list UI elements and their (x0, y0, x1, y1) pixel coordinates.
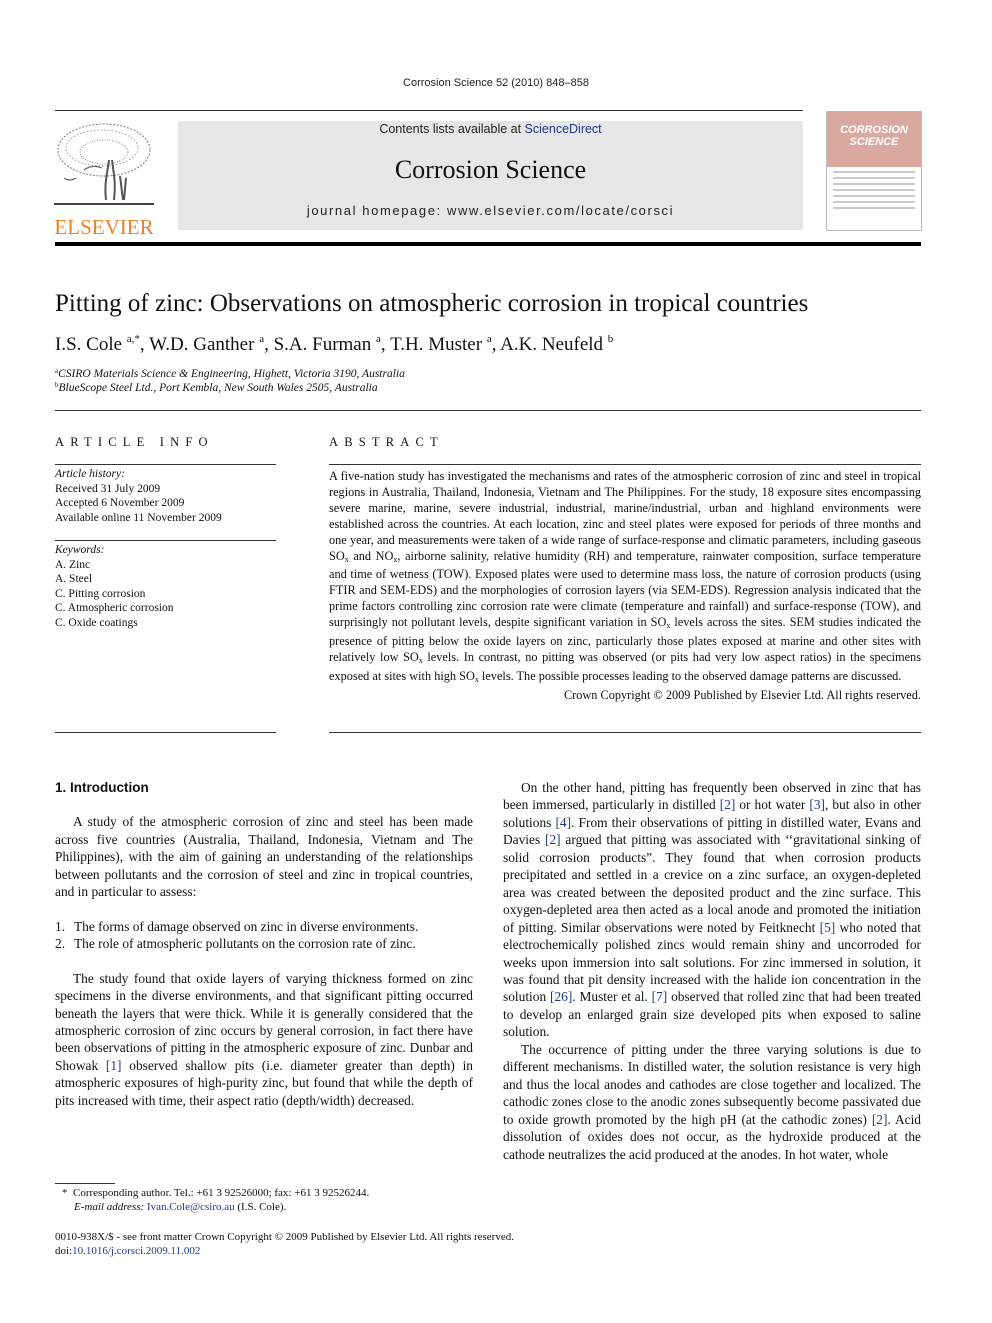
paragraph-text: . Muster et al. (572, 989, 652, 1005)
cover-toc-line (833, 177, 915, 179)
doi-line: doi:10.1016/j.corsci.2009.11.002 (55, 1245, 201, 1257)
journal-banner: Contents lists available at ScienceDirec… (178, 121, 803, 230)
journal-title: Corrosion Science (394, 155, 587, 184)
elsevier-logo[interactable]: ELSEVIER (54, 120, 154, 239)
paragraph: The study found that oxide layers of var… (55, 970, 473, 1108)
cover-title-line1: CORROSION (840, 124, 908, 136)
footnote: * Corresponding author. Tel.: +61 3 9252… (62, 1186, 369, 1214)
issn-line: 0010-938X/$ - see front matter Crown Cop… (55, 1231, 514, 1243)
list-item: 1. The forms of damage observed on zinc i… (55, 918, 419, 934)
author[interactable]: W.D. Ganther a (149, 333, 264, 355)
affiliation: bBlueScope Steel Ltd., Port Kembla, New … (55, 381, 378, 394)
journal-cover-thumbnail[interactable]: CORROSION SCIENCE (826, 111, 922, 231)
list-item: 2. The role of atmospheric pollutants on … (55, 936, 416, 952)
paragraph: On the other hand, pitting has frequentl… (503, 779, 921, 1041)
header-thick-rule (55, 242, 921, 246)
article-history: Article history: Received 31 July 2009 A… (55, 467, 222, 525)
author[interactable]: S.A. Furman a (274, 333, 381, 355)
left-column: 1. Introduction A study of the atmospher… (55, 779, 473, 1109)
elsevier-wordmark: ELSEVIER (54, 215, 154, 239)
keyword[interactable]: C. Pitting corrosion (55, 587, 174, 602)
cover-toc-line (833, 183, 915, 185)
contents-line: Contents lists available at ScienceDirec… (178, 122, 803, 136)
abstract-heading: ABSTRACT (329, 435, 444, 449)
citation-link[interactable]: [3] (809, 797, 825, 812)
divider (329, 732, 921, 733)
citation-link[interactable]: [5] (820, 920, 836, 935)
email-line: E-mail address: Ivan.Cole@csiro.au (I.S.… (74, 1201, 287, 1213)
section-heading-introduction: 1. Introduction (55, 780, 149, 795)
corresponding-author-note: * Corresponding author. Tel.: +61 3 9252… (62, 1187, 370, 1199)
contents-prefix: Contents lists available at (379, 122, 525, 136)
divider (55, 540, 276, 541)
paragraph: A study of the atmospheric corrosion of … (55, 814, 473, 900)
cover-toc-line (833, 207, 915, 209)
paragraph: The occurrence of pitting under the thre… (503, 1041, 921, 1163)
running-head: Corrosion Science 52 (2010) 848–858 (403, 77, 589, 89)
abstract-body: A five-nation study has investigated the… (329, 469, 921, 704)
citation-link[interactable]: [1] (106, 1058, 122, 1073)
right-column: On the other hand, pitting has frequentl… (503, 779, 921, 1163)
journal-homepage[interactable]: journal homepage: www.elsevier.com/locat… (178, 203, 803, 218)
elsevier-tree-icon (54, 123, 154, 205)
front-matter: 0010-938X/$ - see front matter Crown Cop… (55, 1230, 514, 1258)
sciencedirect-link[interactable]: ScienceDirect (525, 122, 602, 136)
footnote-rule (55, 1183, 115, 1184)
cover-title-line2: SCIENCE (849, 136, 899, 148)
author[interactable]: A.K. Neufeld b (500, 333, 613, 355)
keyword[interactable]: C. Oxide coatings (55, 616, 174, 631)
cover-toc-line (833, 189, 915, 191)
citation-link[interactable]: [4] (555, 815, 571, 830)
article-title: Pitting of zinc: Observations on atmosph… (55, 290, 809, 317)
history-online: Available online 11 November 2009 (55, 511, 222, 524)
email-link[interactable]: Ivan.Cole@csiro.au (147, 1201, 235, 1213)
citation-link[interactable]: [26] (550, 989, 572, 1004)
citation-link[interactable]: [2] (872, 1112, 888, 1127)
divider (55, 410, 921, 411)
author-list: I.S. Cole a,*, W.D. Ganther a, S.A. Furm… (55, 333, 614, 355)
author[interactable]: T.H. Muster a (390, 333, 492, 355)
history-received: Received 31 July 2009 (55, 482, 161, 495)
cover-title: CORROSION SCIENCE (827, 124, 921, 148)
keyword[interactable]: C. Atmospheric corrosion (55, 601, 174, 616)
abstract-copyright: Crown Copyright © 2009 Published by Else… (563, 687, 921, 702)
paragraph-text: The occurrence of pitting under the thre… (503, 1041, 921, 1127)
keyword[interactable]: A. Zinc (55, 558, 174, 573)
citation-link[interactable]: [7] (652, 989, 668, 1004)
paragraph-text: or hot water (735, 797, 810, 813)
keywords: Keywords: A. Zinc A. Steel C. Pitting co… (55, 543, 174, 631)
top-rule (55, 110, 803, 111)
doi-link[interactable]: 10.1016/j.corsci.2009.11.002 (72, 1245, 200, 1257)
cover-toc-line (833, 201, 915, 203)
history-label: Article history: (55, 468, 125, 480)
keywords-label: Keywords: (55, 544, 105, 556)
citation-link[interactable]: [2] (720, 797, 736, 812)
citation-link[interactable]: [2] (545, 832, 561, 847)
divider (55, 464, 276, 465)
assessment-list: 1. The forms of damage observed on zinc i… (55, 918, 473, 953)
divider (55, 732, 276, 733)
author[interactable]: I.S. Cole a,* (55, 333, 140, 355)
cover-toc-line (833, 195, 915, 197)
divider (329, 464, 921, 465)
keyword[interactable]: A. Steel (55, 572, 174, 587)
article-info-heading: ARTICLE INFO (55, 435, 214, 449)
affiliation: aCSIRO Materials Science & Engineering, … (55, 367, 405, 380)
cover-toc-line (833, 171, 915, 173)
history-accepted: Accepted 6 November 2009 (55, 497, 185, 510)
cover-top: CORROSION SCIENCE (827, 112, 921, 167)
abstract-text: A five-nation study has investigated the… (329, 469, 922, 684)
